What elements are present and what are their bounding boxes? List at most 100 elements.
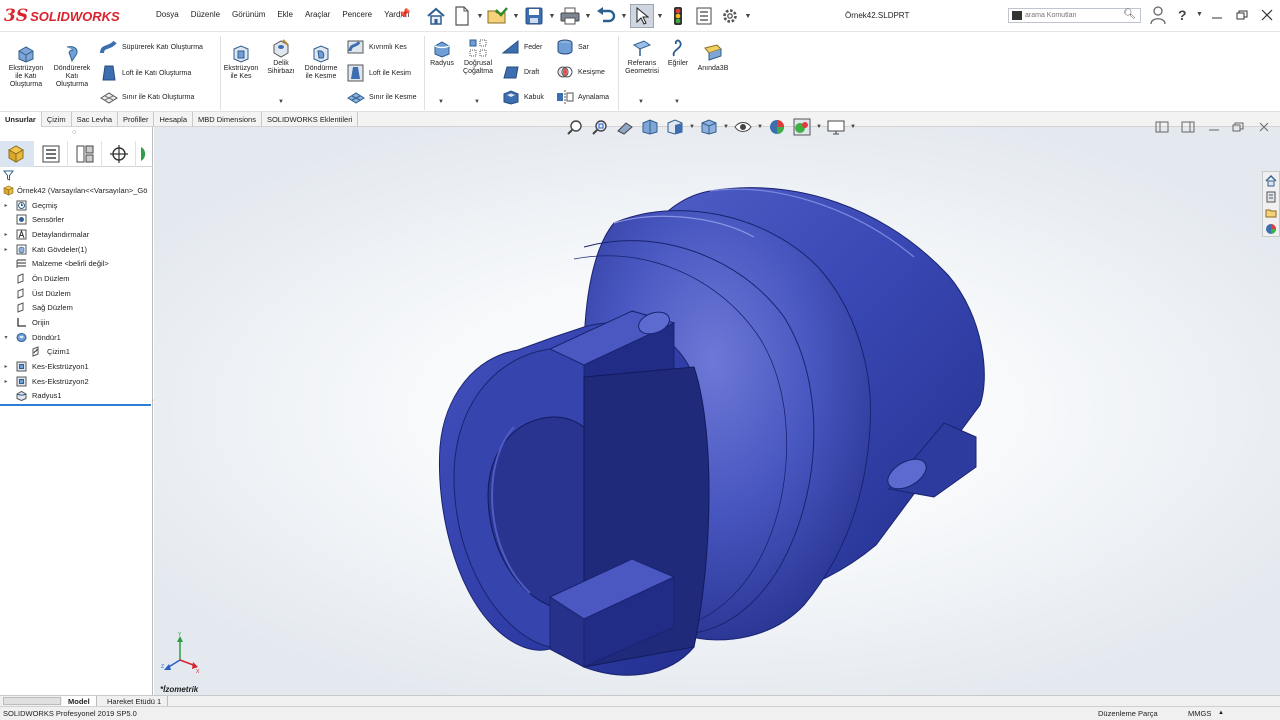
apply-scene-dropdown-icon[interactable]: ▼ [816,124,822,130]
curves-dropdown-icon[interactable]: ▼ [674,99,680,105]
search-icon[interactable]: 🔍︎ [1123,9,1136,20]
menu-ekle[interactable]: Ekle [271,10,299,19]
expand-arrow-icon[interactable]: ▸ [2,202,10,209]
home-icon[interactable] [424,4,448,28]
select-dropdown-icon[interactable]: ▼ [656,13,664,20]
revolve-boss-button[interactable]: Döndürerek Katı Oluşturma [50,43,94,89]
command-search-box[interactable]: 🔍︎ [1008,8,1141,23]
help-icon[interactable]: ? [1178,7,1187,23]
undo-dropdown-icon[interactable]: ▼ [620,13,628,20]
tree-item[interactable]: ▸ Kes-Ekstrüzyon2 [0,374,153,389]
sweep-boss-button[interactable]: Süpürerek Katı Oluşturma [100,39,203,55]
collapse-arrow-icon[interactable]: ▾ [2,334,10,341]
hide-show-dropdown-icon[interactable]: ▼ [757,124,763,130]
loft-cut-button[interactable]: Loft ile Kesim [347,64,411,82]
expand-arrow-icon[interactable]: ▸ [2,363,10,370]
solidworks-logo[interactable]: 3S SOLIDWORKS [4,4,120,28]
curves-button[interactable]: Eğriler [664,38,692,68]
boundary-boss-button[interactable]: Sınır ile Katı Oluşturma [100,89,194,105]
previous-view-icon[interactable] [614,118,636,136]
filter-icon[interactable] [2,170,15,183]
save-icon[interactable] [522,4,546,28]
revolve-cut-button[interactable]: Döndürme ile Kesme [302,43,340,81]
file-properties-icon[interactable] [692,4,716,28]
pattern-dropdown-icon[interactable]: ▼ [474,99,480,105]
design-library-icon[interactable] [1264,190,1278,204]
tree-item[interactable]: Malzeme <belirli değil> [0,256,153,271]
units-status[interactable]: MMGS [1188,709,1211,718]
tab-cizim[interactable]: Çizim [42,112,72,127]
tab-solidworks-eklentileri[interactable]: SOLIDWORKS Eklentileri [262,112,359,127]
tree-item[interactable]: Sensörler [0,212,153,227]
tree-item[interactable]: Ön Düzlem [0,271,153,286]
menu-pencere[interactable]: Pencere [336,10,378,19]
loft-boss-button[interactable]: Loft ile Katı Oluşturma [100,64,191,82]
dimxpert-manager-tab[interactable] [102,141,136,167]
tab-scroll-buttons[interactable] [3,697,61,705]
property-manager-tab[interactable] [34,141,68,167]
menu-dosya[interactable]: Dosya [150,10,185,19]
tree-item[interactable]: Orijin [0,315,153,330]
tree-item[interactable]: Sağ Düzlem [0,301,153,316]
fillet-button[interactable]: Radyus [428,38,456,68]
extrude-boss-button[interactable]: Ekstrüzyon ile Katı Oluşturma [5,43,47,89]
apply-scene-icon[interactable] [791,118,813,136]
new-document-icon[interactable] [450,4,474,28]
print-icon[interactable] [558,4,582,28]
options-dropdown-icon[interactable]: ▼ [744,13,752,20]
mirror-button[interactable]: Aynalama [556,89,609,105]
view-orientation-dropdown-icon[interactable]: ▼ [689,124,695,130]
swept-cut-button[interactable]: Kıvrımlı Kes [347,39,407,55]
close-window-icon[interactable] [1256,6,1278,24]
hole-wizard-button[interactable]: Delik Sihirbazı [263,38,299,76]
panel-splitter-handle[interactable]: ○ [72,129,76,136]
part-model[interactable] [154,127,1280,695]
tab-unsurlar[interactable]: Unsurlar [0,112,42,127]
tab-sac-levha[interactable]: Sac Levha [72,112,119,127]
undo-icon[interactable] [594,4,618,28]
feature-manager-tab[interactable] [0,141,34,167]
pin-menu-icon[interactable]: 📌 [398,9,410,20]
save-dropdown-icon[interactable]: ▼ [548,13,556,20]
zoom-to-area-icon[interactable] [589,118,611,136]
linear-pattern-button[interactable]: Doğrusal Çoğaltma [458,38,498,76]
section-view-icon[interactable] [639,118,661,136]
help-dropdown-icon[interactable]: ▼ [1196,11,1203,18]
user-account-icon[interactable] [1150,5,1166,27]
tree-item[interactable]: Çizim1 [0,345,153,360]
expand-arrow-icon[interactable]: ▸ [2,231,10,238]
viewport-close-icon[interactable] [1254,119,1274,135]
hole-wizard-dropdown-icon[interactable]: ▼ [278,99,284,105]
tree-root-part[interactable]: Örnek42 (Varsayılan<<Varsayılan>_Gö [0,183,153,198]
menu-duzenle[interactable]: Düzenle [185,10,226,19]
tab-profiller[interactable]: Profiller [118,112,155,127]
expand-arrow-icon[interactable]: ▸ [2,378,10,385]
options-gear-icon[interactable] [718,4,742,28]
expand-arrow-icon[interactable]: ▸ [2,246,10,253]
view-settings-icon[interactable] [825,118,847,136]
restore-window-icon[interactable] [1231,6,1253,24]
search-input[interactable] [1025,10,1121,21]
tree-item[interactable]: ▾ Döndür1 [0,330,153,345]
instant3d-button[interactable]: Anında3B [695,43,731,73]
tree-item[interactable]: ▸ Detaylandırmalar [0,227,153,242]
shell-button[interactable]: Kabuk [502,89,544,105]
rib-button[interactable]: Feder [502,39,542,55]
tree-item[interactable]: ▸ Geçmiş [0,198,153,213]
tree-item[interactable]: Radyus1 [0,389,153,404]
file-explorer-icon[interactable] [1264,206,1278,220]
display-style-icon[interactable] [698,118,720,136]
wrap-button[interactable]: Sar [556,39,589,55]
view-orientation-icon[interactable] [664,118,686,136]
edit-appearance-icon[interactable] [766,118,788,136]
menu-araclar[interactable]: Araçlar [299,10,336,19]
open-icon[interactable] [486,4,510,28]
viewport-split-left-icon[interactable] [1152,119,1172,135]
intersect-button[interactable]: Kesişme [556,64,605,80]
rebuild-traffic-light-icon[interactable] [666,4,690,28]
solidworks-resources-icon[interactable] [1264,174,1278,188]
tree-item[interactable]: Üst Düzlem [0,286,153,301]
tab-hesapla[interactable]: Hesapla [154,112,194,127]
tree-item[interactable]: ▸ Kes-Ekstrüzyon1 [0,359,153,374]
configuration-manager-tab[interactable] [68,141,102,167]
